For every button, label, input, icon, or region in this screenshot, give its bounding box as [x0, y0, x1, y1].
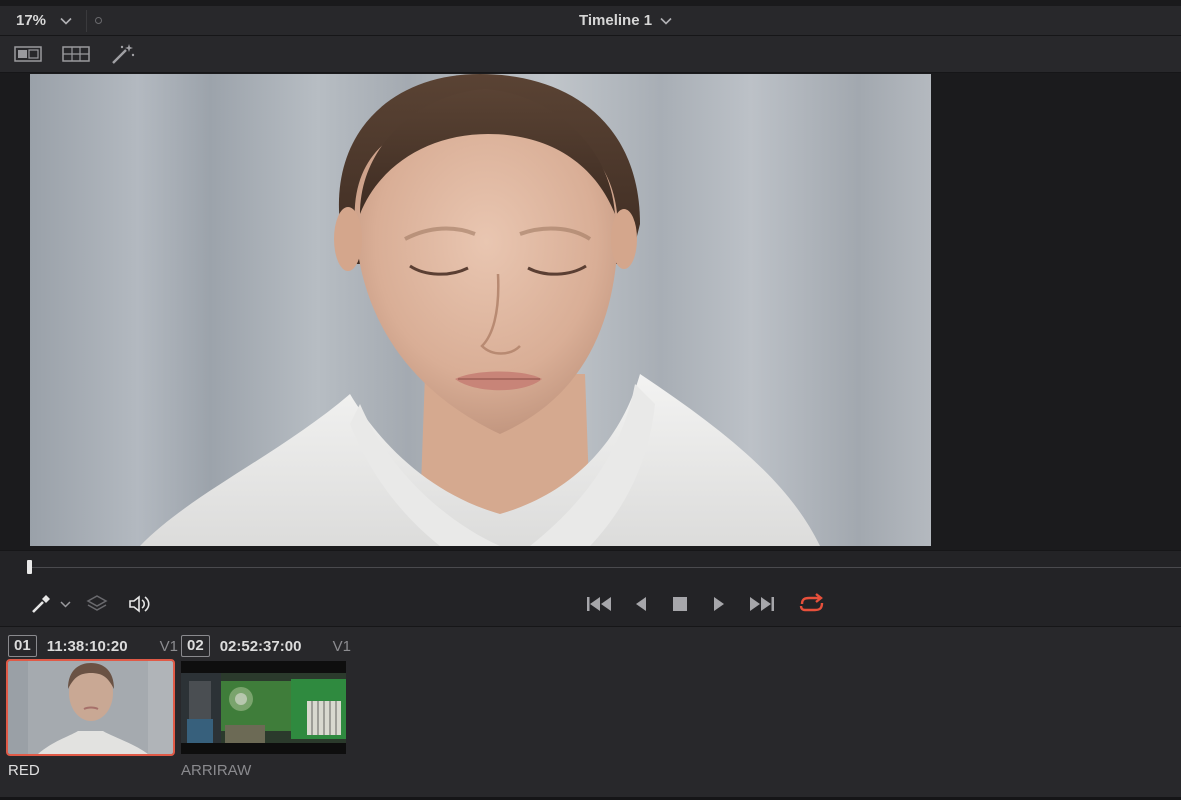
- go-to-start-icon[interactable]: [585, 591, 613, 617]
- viewer-header: 17% Timeline 1: [0, 0, 1181, 36]
- play-icon[interactable]: [710, 591, 728, 617]
- timeline-name: Timeline 1: [578, 12, 653, 29]
- clip-name: RED: [8, 762, 40, 779]
- go-to-end-icon[interactable]: [748, 591, 776, 617]
- magic-wand-icon[interactable]: [110, 43, 136, 65]
- zoom-level: 17%: [16, 12, 47, 29]
- video-frame[interactable]: [30, 74, 931, 546]
- timeline-title-bar: Timeline 1: [0, 6, 1181, 35]
- clip-header: 02 02:52:37:00 V1: [181, 635, 351, 657]
- portrait-thumbnail: [8, 661, 173, 754]
- transport-panel: [0, 550, 1181, 627]
- clip-timecode: 02:52:37:00: [219, 637, 302, 655]
- clip-track: V1: [159, 637, 178, 655]
- timeline-selector[interactable]: Timeline 1: [509, 12, 672, 30]
- clip-track: V1: [332, 637, 351, 655]
- scrubber-track[interactable]: [30, 567, 1181, 568]
- clip-timecode: 11:38:10:20: [46, 637, 128, 655]
- chevron-down-icon: [660, 12, 672, 30]
- split-viewer-icon[interactable]: [62, 43, 90, 65]
- clip-card[interactable]: 02 02:52:37:00 V1 ARRIRAW: [181, 635, 351, 779]
- status-dot-icon: [95, 17, 102, 24]
- clip-thumbnail[interactable]: [6, 659, 175, 756]
- clip-header: 01 11:38:10:20 V1: [8, 635, 178, 657]
- clip-number: 02: [181, 635, 210, 657]
- divider: [86, 10, 87, 32]
- chevron-down-icon[interactable]: [58, 591, 72, 617]
- clip-number: 01: [8, 635, 37, 657]
- clips-strip: 01 11:38:10:20 V1 RED 02 02:52:37:00 V1: [0, 627, 1181, 797]
- speaker-icon[interactable]: [127, 591, 153, 617]
- viewer-toolbar: [0, 36, 1181, 73]
- single-viewer-icon[interactable]: [14, 43, 42, 65]
- loop-icon[interactable]: [797, 591, 827, 617]
- playhead[interactable]: [27, 560, 32, 574]
- zoom-dropdown[interactable]: 17%: [8, 6, 86, 35]
- chevron-down-icon: [60, 12, 72, 30]
- clip-name: ARRIRAW: [181, 762, 252, 779]
- eyedropper-icon[interactable]: [28, 591, 54, 617]
- clip-thumbnail[interactable]: [181, 661, 346, 754]
- tractor-thumbnail: [181, 661, 346, 754]
- layers-icon[interactable]: [85, 591, 109, 617]
- portrait-image: [140, 74, 820, 546]
- stop-icon[interactable]: [670, 591, 690, 617]
- step-back-icon[interactable]: [632, 591, 650, 617]
- clip-card[interactable]: 01 11:38:10:20 V1 RED: [6, 635, 178, 779]
